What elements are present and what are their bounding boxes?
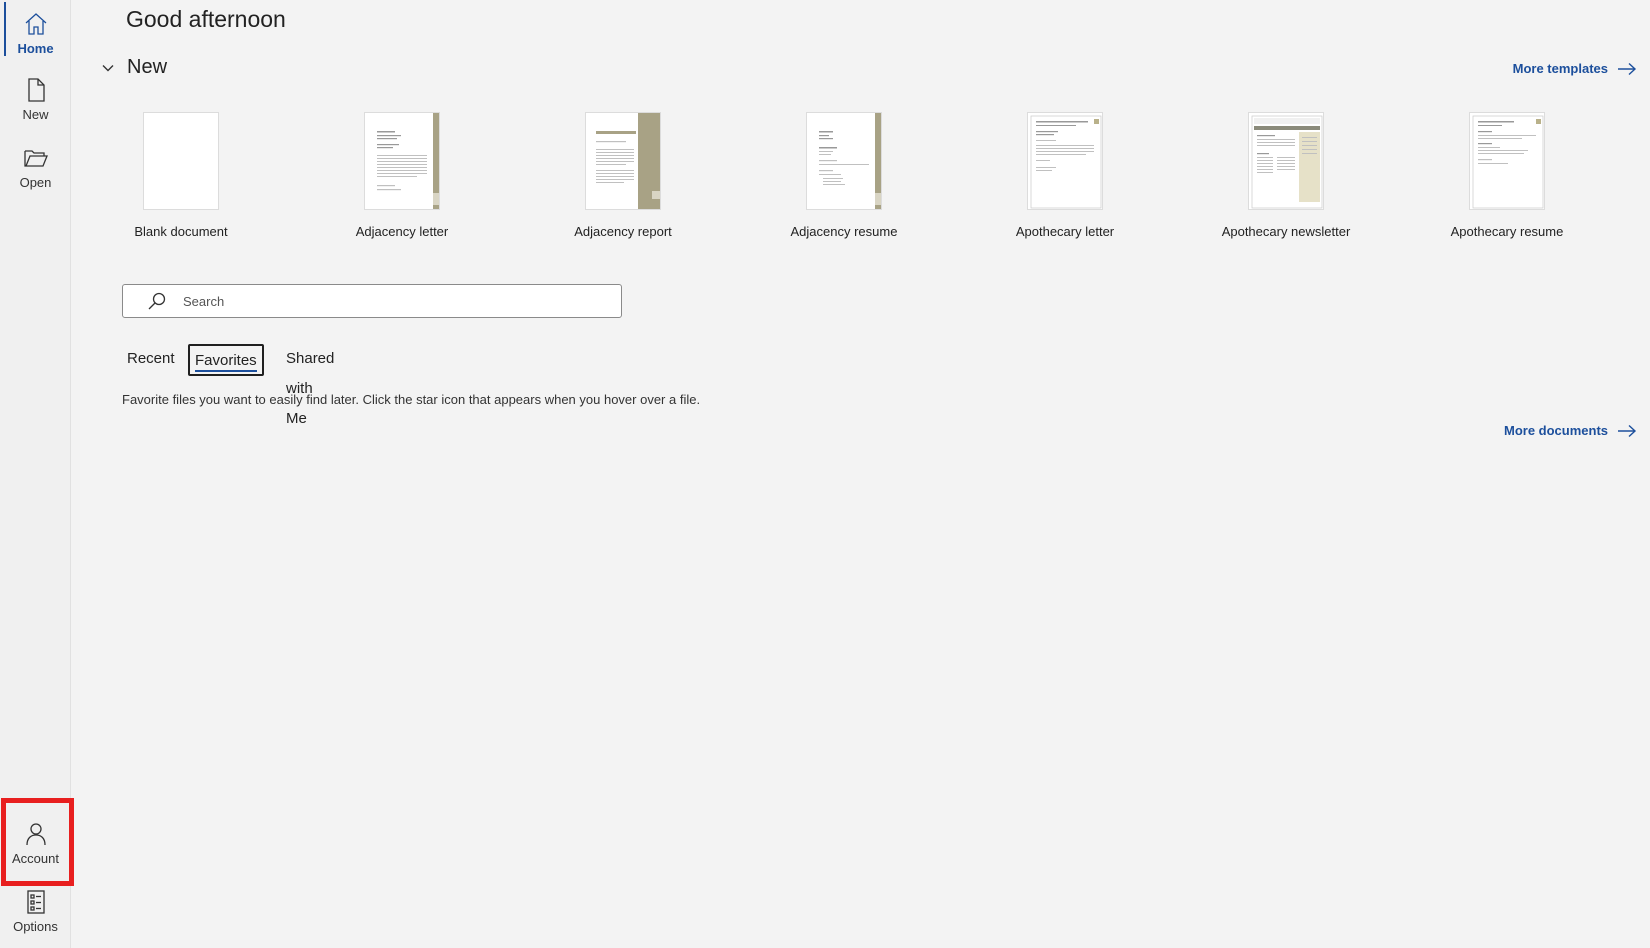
search-box[interactable] [122,284,622,318]
template-thumbnail [1248,112,1324,210]
template-adjacency-letter[interactable]: Adjacency letter [342,112,462,239]
more-documents-link[interactable]: More documents [1504,423,1637,438]
tab-favorites[interactable]: Favorites [188,344,264,376]
sidebar-item-label: New [22,106,49,122]
template-name: Adjacency resume [790,224,898,239]
template-name: Apothecary letter [1015,224,1115,239]
template-apothecary-newsletter[interactable]: Apothecary newsletter [1222,112,1350,239]
more-templates-link[interactable]: More templates [1513,61,1637,76]
template-name: Adjacency report [574,224,672,239]
template-name: Blank document [134,224,228,239]
home-icon [25,12,46,35]
template-name: Apothecary newsletter [1221,224,1351,239]
sidebar-item-label: Open [19,174,52,190]
template-thumbnail [1469,112,1545,210]
template-name: Apothecary resume [1450,224,1564,239]
template-thumbnail [806,112,882,210]
search-input[interactable] [183,293,563,309]
search-icon [148,292,166,310]
sidebar-item-home[interactable]: Home [0,0,71,66]
options-icon [26,889,45,914]
new-section-title: New [127,56,168,78]
template-adjacency-report[interactable]: Adjacency report [563,112,683,239]
sidebar-item-label: Home [17,40,54,56]
sidebar-item-account[interactable]: Account [0,810,71,876]
template-adjacency-resume[interactable]: Adjacency resume [784,112,904,239]
more-documents-label: More documents [1503,423,1608,438]
greeting-title: Good afternoon [126,6,286,32]
arrow-right-icon [1618,62,1637,75]
word-start-screen: Home New Open Account Options Good after… [0,0,1650,948]
template-thumbnail [143,112,219,210]
template-apothecary-letter[interactable]: Apothecary letter [1005,112,1125,239]
template-apothecary-resume[interactable]: Apothecary resume [1447,112,1567,239]
template-thumbnail [585,112,661,210]
folder-open-icon [23,149,48,167]
sidebar-item-label: Account [12,850,59,866]
sidebar-item-options[interactable]: Options [0,878,71,944]
tab-recent[interactable]: Recent [122,344,180,376]
main-content: Good afternoon New More templates Blank … [71,0,1650,948]
left-sidebar: Home New Open Account Options [0,0,71,948]
template-thumbnail [1027,112,1103,210]
sidebar-item-open[interactable]: Open [0,134,71,200]
template-name: Adjacency letter [355,224,449,239]
more-templates-label: More templates [1512,61,1608,76]
favorites-empty-message: Favorite files you want to easily find l… [122,392,701,407]
new-section-toggle[interactable]: New [101,56,167,79]
template-thumbnail [364,112,440,210]
person-icon [25,822,46,845]
template-blank-document[interactable]: Blank document [121,112,241,239]
arrow-right-icon [1618,424,1637,437]
sidebar-item-new[interactable]: New [0,66,71,132]
sidebar-item-label: Options [13,918,58,934]
tab-shared-with-me[interactable]: Shared with Me [281,344,339,427]
new-document-icon [27,77,45,102]
chevron-down-icon [102,64,114,71]
